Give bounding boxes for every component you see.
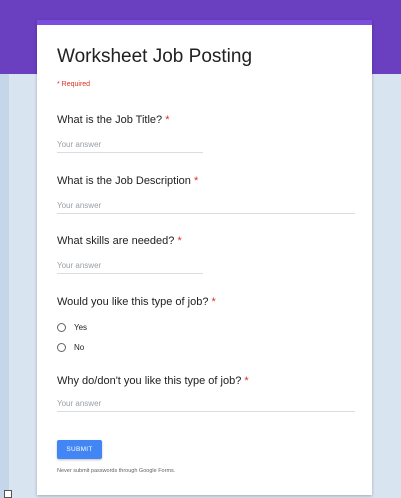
required-star: * (244, 375, 249, 387)
radio-option-no[interactable]: No (57, 343, 84, 352)
password-disclaimer: Never submit passwords through Google Fo… (57, 468, 176, 474)
required-star: * (165, 114, 170, 126)
question-job-title: What is the Job Title? * (57, 114, 170, 126)
skills-input[interactable]: Your answer (57, 261, 203, 274)
job-title-input[interactable]: Your answer (57, 140, 203, 153)
left-edge-strip (0, 0, 9, 498)
why-like-input[interactable]: Your answer (57, 399, 355, 412)
required-star: * (177, 235, 182, 247)
question-label: What skills are needed? (57, 235, 178, 247)
question-label: What is the Job Title? (57, 114, 166, 126)
required-star: * (193, 175, 199, 187)
radio-button-icon[interactable] (57, 343, 66, 352)
question-label: Would you like this type of job? (57, 296, 212, 308)
question-label: What is the Job Description (57, 175, 194, 187)
required-star: * (211, 296, 216, 308)
required-note: * Required (57, 81, 91, 88)
radio-label: No (74, 343, 85, 352)
question-label: Why do/don't you like this type of job? (57, 375, 245, 387)
question-like-job: Would you like this type of job? * (57, 296, 216, 308)
form-title: Worksheet Job Posting (57, 46, 253, 67)
radio-option-yes[interactable]: Yes (57, 323, 87, 332)
radio-button-icon[interactable] (57, 323, 66, 332)
question-job-description: What is the Job Description * (57, 175, 198, 187)
radio-label: Yes (74, 323, 88, 332)
form-card: Worksheet Job Posting * Required What is… (37, 20, 372, 495)
job-description-input[interactable]: Your answer (57, 201, 355, 214)
question-why-like: Why do/don't you like this type of job? … (57, 375, 249, 387)
submit-button[interactable]: SUBMIT (57, 440, 102, 459)
question-skills: What skills are needed? * (57, 235, 182, 247)
checkbox-icon (4, 490, 12, 498)
